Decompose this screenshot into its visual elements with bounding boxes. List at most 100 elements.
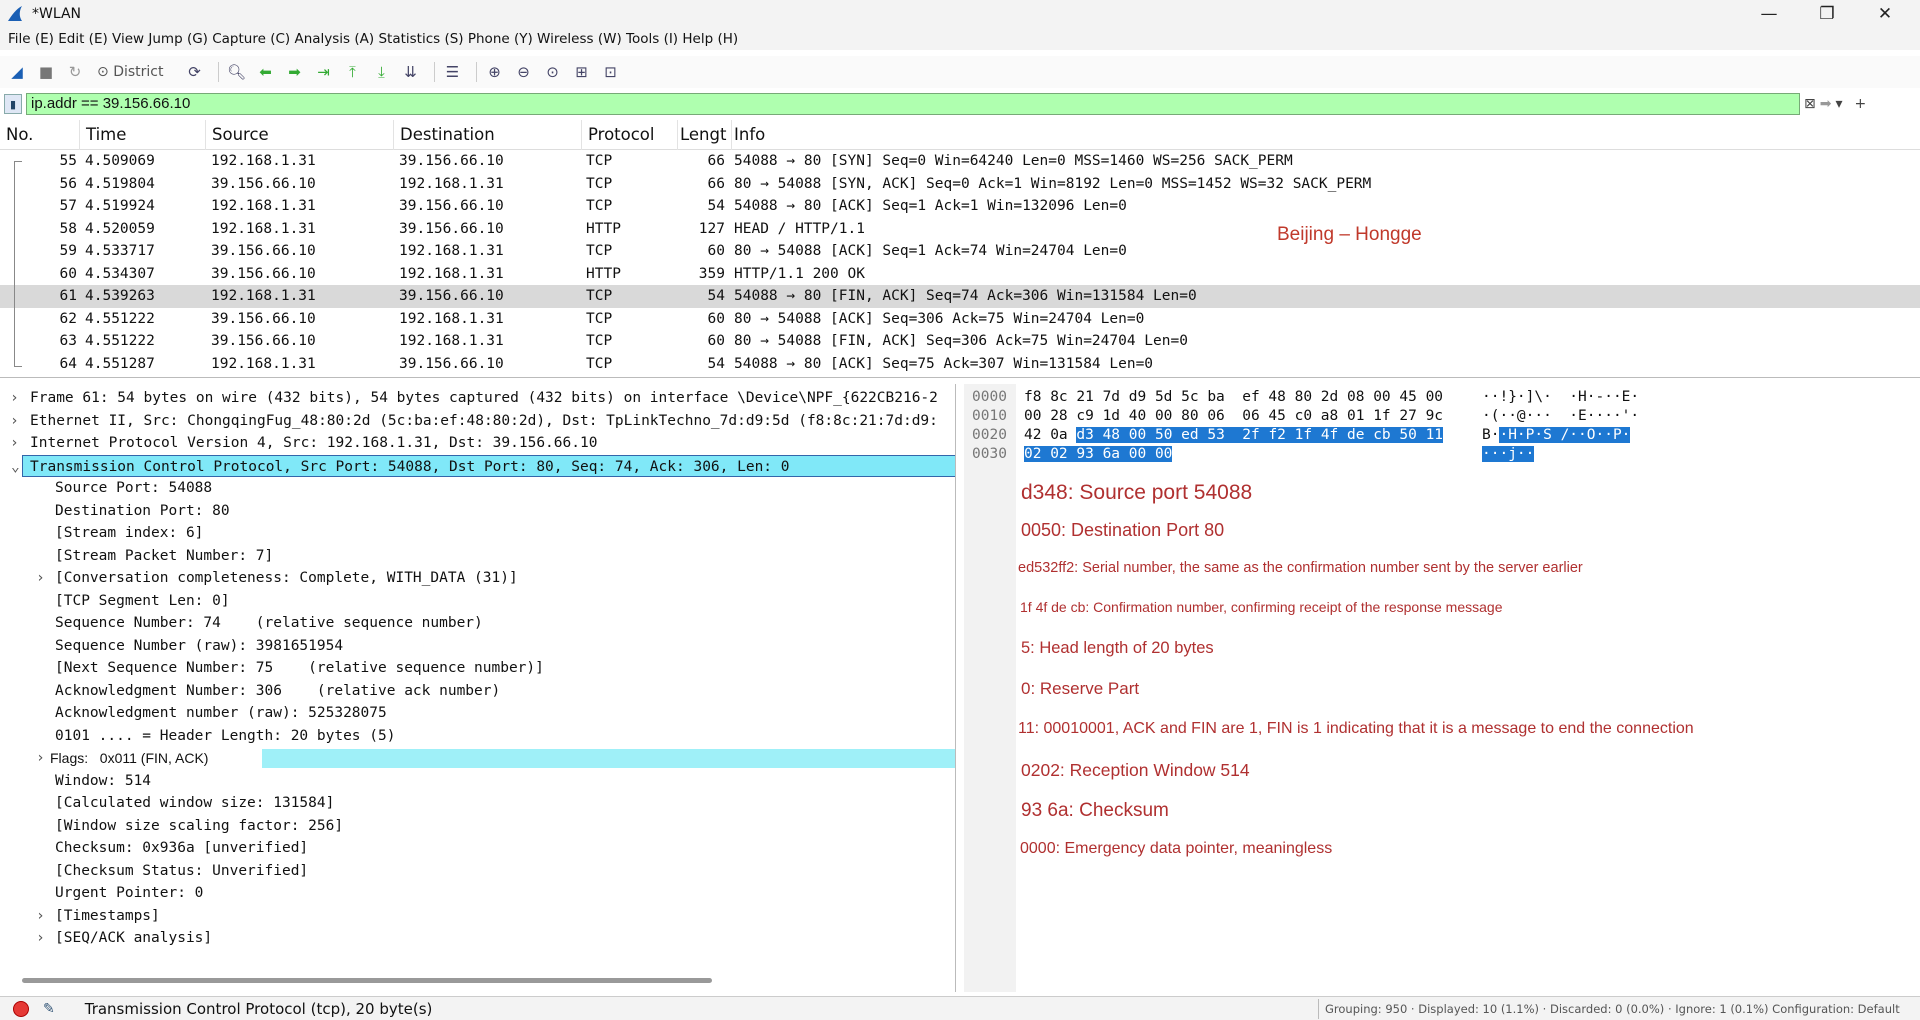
- clear-filter-icon[interactable]: ⊠: [1804, 94, 1816, 114]
- go-back-icon[interactable]: ⬅: [254, 61, 276, 83]
- ascii-row[interactable]: ·(··@··· ·E····'·: [1482, 407, 1639, 426]
- restore-button[interactable]: ❐: [1798, 0, 1856, 28]
- packet-row[interactable]: 59 4.533717 39.156.66.10 192.168.1.31 TCP 60 8…: [0, 240, 1920, 263]
- expand-arrow-icon[interactable]: ›: [36, 927, 45, 950]
- hex-bytes-row[interactable]: 42 0a d3 48 00 50 ed 53 2f f2 1f 4f de c…: [1024, 426, 1444, 445]
- ascii-row[interactable]: ··!}·]\· ·H·-··E·: [1482, 388, 1639, 407]
- expand-arrow-icon[interactable]: ›: [36, 905, 45, 928]
- zoom-in-icon[interactable]: ⊕: [483, 61, 505, 83]
- expand-arrow-icon[interactable]: ›: [36, 747, 45, 770]
- menu-statistics[interactable]: Statistics (S): [378, 31, 463, 47]
- detail-line[interactable]: [TCP Segment Len: 0]: [0, 590, 955, 613]
- ascii-selected[interactable]: ···j··: [1482, 446, 1535, 462]
- detail-line[interactable]: Checksum: 0x936a [unverified]: [0, 837, 955, 860]
- detail-line[interactable]: Acknowledgment Number: 306 (relative ack…: [0, 680, 955, 703]
- column-protocol[interactable]: Protocol: [582, 120, 678, 150]
- detail-line[interactable]: [Calculated window size: 131584]: [0, 792, 955, 815]
- resize-columns-icon[interactable]: ⊞: [570, 61, 592, 83]
- menu-tools[interactable]: Tools (I): [626, 31, 678, 47]
- restart-capture-icon[interactable]: ↻: [64, 61, 86, 83]
- column-source[interactable]: Source: [206, 120, 394, 150]
- packet-row[interactable]: 61 4.539263 192.168.1.31 39.156.66.10 TCP 54 5…: [0, 285, 1920, 308]
- ascii-row[interactable]: B··H·P·S /··O··P·: [1482, 426, 1631, 445]
- hex-bytes-row[interactable]: f8 8c 21 7d d9 5d 5c ba ef 48 80 2d 08 0…: [1024, 388, 1443, 407]
- details-horizontal-scrollbar[interactable]: [22, 978, 712, 983]
- detail-line[interactable]: Destination Port: 80: [0, 500, 955, 523]
- menu-jump[interactable]: Jump (G): [148, 31, 208, 47]
- packet-row[interactable]: 57 4.519924 192.168.1.31 39.156.66.10 TCP 54 5…: [0, 195, 1920, 218]
- expand-arrow-icon[interactable]: ›: [36, 567, 45, 590]
- column-no[interactable]: No.: [0, 120, 80, 150]
- bookmark-icon[interactable]: ▮: [4, 94, 22, 114]
- start-capture-icon[interactable]: ◢: [6, 61, 28, 83]
- detail-line[interactable]: [Window size scaling factor: 256]: [0, 815, 955, 838]
- add-filter-button-icon[interactable]: +: [1855, 94, 1867, 114]
- menu-analysis[interactable]: Analysis (A): [294, 31, 374, 47]
- menu-capture[interactable]: Capture (C): [212, 31, 290, 47]
- detail-line[interactable]: [Stream index: 6]: [0, 522, 955, 545]
- detail-line[interactable]: Acknowledgment number (raw): 525328075: [0, 702, 955, 725]
- zoom-reset-icon[interactable]: ⊙: [541, 61, 563, 83]
- apply-filter-icon[interactable]: ➡: [1820, 94, 1832, 114]
- detail-line[interactable]: › [Timestamps]: [0, 905, 955, 928]
- stop-capture-icon[interactable]: ■: [35, 61, 57, 83]
- packet-row[interactable]: 64 4.551287 192.168.1.31 39.156.66.10 TCP 54 5…: [0, 353, 1920, 376]
- detail-line[interactable]: [Checksum Status: Unverified]: [0, 860, 955, 883]
- hex-bytes-row[interactable]: 02 02 93 6a 00 00: [1024, 445, 1173, 464]
- display-filter-input[interactable]: ip.addr == 39.156.66.10: [26, 93, 1800, 115]
- expand-arrow-icon[interactable]: ›: [10, 410, 19, 433]
- packet-row[interactable]: 58 4.520059 192.168.1.31 39.156.66.10 HTTP 12…: [0, 218, 1920, 241]
- column-info[interactable]: Info: [728, 120, 1920, 150]
- packet-row[interactable]: 63 4.551222 39.156.66.10 192.168.1.31 TCP 60 8…: [0, 330, 1920, 353]
- menu-edit[interactable]: Edit (E): [58, 31, 108, 47]
- column-time[interactable]: Time: [80, 120, 206, 150]
- packet-row[interactable]: 56 4.519804 39.156.66.10 192.168.1.31 TCP 66 8…: [0, 173, 1920, 196]
- packet-row[interactable]: 55 4.509069 192.168.1.31 39.156.66.10 TCP 66 5…: [0, 150, 1920, 173]
- column-length[interactable]: Lengt: [678, 120, 732, 150]
- detail-line[interactable]: › [SEQ/ACK analysis]: [0, 927, 955, 950]
- colorize-icon[interactable]: ☰: [441, 61, 463, 83]
- menu-view[interactable]: View: [112, 31, 144, 47]
- detail-line[interactable]: › Ethernet II, Src: ChongqingFug_48:80:2d…: [0, 410, 955, 433]
- close-button[interactable]: ✕: [1856, 0, 1914, 28]
- expand-arrow-icon[interactable]: ›: [10, 387, 19, 410]
- column-destination[interactable]: Destination: [394, 120, 582, 150]
- collapse-arrow-icon[interactable]: ⌄: [11, 456, 20, 479]
- expand-arrow-icon[interactable]: ›: [10, 432, 19, 455]
- detail-line[interactable]: › Internet Protocol Version 4, Src: 192.1…: [0, 432, 955, 455]
- hex-selected-bytes[interactable]: 02 02 93 6a 00 00: [1024, 446, 1173, 462]
- go-forward-icon[interactable]: ➡: [283, 61, 305, 83]
- menu-file[interactable]: File (E): [8, 31, 54, 47]
- detail-line[interactable]: Sequence Number (raw): 3981651954: [0, 635, 955, 658]
- autoscroll-icon[interactable]: ⇊: [399, 61, 421, 83]
- find-packet-icon[interactable]: 🔍︎: [225, 61, 247, 83]
- filter-dropdown-icon[interactable]: ▾: [1835, 94, 1842, 114]
- layout-icon[interactable]: ⊡: [599, 61, 621, 83]
- go-to-packet-icon[interactable]: ⇥: [312, 61, 334, 83]
- detail-line[interactable]: Urgent Pointer: 0: [0, 882, 955, 905]
- ascii-selected[interactable]: ·H·P·S /··O··P·: [1499, 427, 1631, 443]
- detail-flags-line[interactable]: › Flags: 0x011 (FIN, ACK): [0, 747, 955, 770]
- detail-line[interactable]: ⌄ Transmission Control Protocol, Src Port…: [11, 454, 955, 477]
- detail-line[interactable]: › Frame 61: 54 bytes on wire (432 bits), …: [0, 387, 955, 410]
- hex-selected-bytes[interactable]: d3 48 00 50 ed 53 2f f2 1f 4f de cb 50 1…: [1076, 427, 1444, 443]
- last-packet-icon[interactable]: ⤓: [370, 61, 392, 83]
- detail-line[interactable]: Source Port: 54088: [0, 477, 955, 500]
- first-packet-icon[interactable]: ⤒: [341, 61, 363, 83]
- detail-line[interactable]: Window: 514: [0, 770, 955, 793]
- hex-bytes-row[interactable]: 00 28 c9 1d 40 00 80 06 06 45 c0 a8 01 1…: [1024, 407, 1443, 426]
- detail-line[interactable]: 0101 .... = Header Length: 20 bytes (5): [0, 725, 955, 748]
- packet-row[interactable]: 60 4.534307 39.156.66.10 192.168.1.31 HTTP 35…: [0, 263, 1920, 286]
- detail-line[interactable]: Sequence Number: 74 (relative sequence n…: [0, 612, 955, 635]
- menu-wireless[interactable]: Wireless (W): [537, 31, 622, 47]
- detail-line[interactable]: › [Conversation completeness: Complete, W…: [0, 567, 955, 590]
- menu-phone[interactable]: Phone (Y): [468, 31, 533, 47]
- packet-row[interactable]: 62 4.551222 39.156.66.10 192.168.1.31 TCP 60 8…: [0, 308, 1920, 331]
- menu-help[interactable]: Help (H): [682, 31, 738, 47]
- capture-comment-icon[interactable]: ✎: [43, 1001, 55, 1017]
- detail-line[interactable]: [Stream Packet Number: 7]: [0, 545, 955, 568]
- expert-info-icon[interactable]: [13, 1000, 29, 1017]
- ascii-row[interactable]: ···j··: [1482, 445, 1535, 464]
- minimize-button[interactable]: —: [1740, 0, 1798, 28]
- detail-line[interactable]: [Next Sequence Number: 75 (relative sequ…: [0, 657, 955, 680]
